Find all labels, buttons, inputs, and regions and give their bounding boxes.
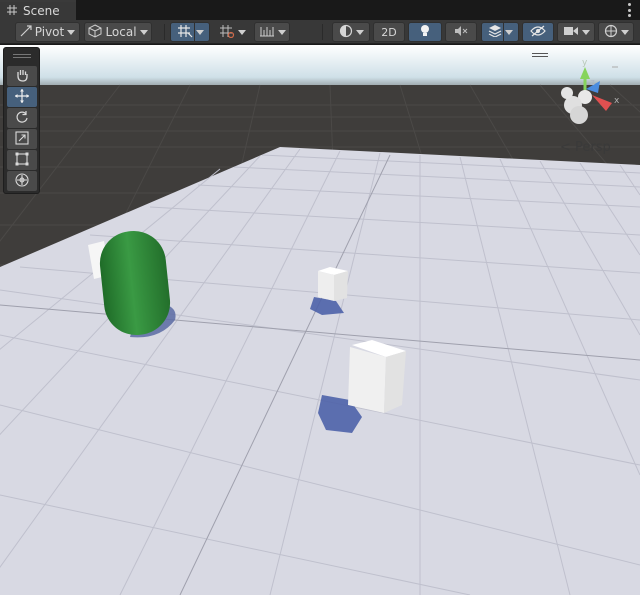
move-arrows-icon bbox=[14, 88, 30, 107]
effects-dropdown[interactable] bbox=[481, 22, 519, 42]
gizmo-globe-icon bbox=[604, 24, 618, 41]
scale-tool-button[interactable] bbox=[7, 129, 37, 149]
transform-icon bbox=[15, 172, 29, 190]
split-line bbox=[503, 22, 504, 42]
eye-crossed-icon bbox=[530, 25, 546, 40]
chevron-down-icon bbox=[67, 29, 76, 35]
pivot-label: Pivot bbox=[34, 25, 65, 39]
svg-text:x: x bbox=[614, 96, 620, 106]
ruler-icon bbox=[259, 25, 275, 40]
increment-snapping-button[interactable] bbox=[213, 22, 251, 42]
transform-tool-button[interactable] bbox=[7, 171, 37, 191]
svg-text:z: z bbox=[590, 78, 595, 88]
ruler-dropdown[interactable] bbox=[254, 22, 290, 42]
grid-snapping-toggle[interactable] bbox=[170, 22, 210, 42]
gizmo-handle[interactable] bbox=[532, 53, 548, 57]
toggle-2d-button[interactable]: 2D bbox=[373, 22, 405, 42]
projection-label: Persp bbox=[575, 140, 611, 155]
toggle-2d-label: 2D bbox=[381, 25, 397, 39]
hand-icon bbox=[15, 68, 29, 85]
local-label: Local bbox=[105, 25, 137, 39]
chevron-down-icon bbox=[237, 29, 246, 35]
more-options-icon[interactable] bbox=[628, 3, 632, 17]
pivot-dropdown[interactable]: Pivot bbox=[15, 22, 80, 42]
lighting-toggle[interactable] bbox=[408, 22, 442, 42]
camera-icon bbox=[563, 25, 579, 39]
large-cube-object bbox=[348, 340, 406, 413]
scene-visibility-toggle[interactable] bbox=[522, 22, 554, 42]
svg-text:y: y bbox=[582, 58, 588, 68]
cube-outline-icon bbox=[88, 23, 102, 41]
draw-mode-dropdown[interactable] bbox=[332, 22, 370, 42]
local-dropdown[interactable]: Local bbox=[84, 22, 152, 42]
tab-scene[interactable]: Scene bbox=[0, 0, 76, 20]
sky bbox=[0, 45, 640, 91]
chevron-down-icon bbox=[139, 29, 148, 35]
grid-icon bbox=[7, 4, 17, 18]
grid-snap-icon bbox=[177, 24, 193, 41]
toolbar-separator bbox=[164, 24, 165, 40]
rect-tool-button[interactable] bbox=[7, 150, 37, 170]
rotate-tool-button[interactable] bbox=[7, 108, 37, 128]
hand-tool-button[interactable] bbox=[7, 66, 37, 86]
audio-toggle[interactable] bbox=[445, 22, 477, 42]
gizmos-dropdown[interactable] bbox=[598, 22, 634, 42]
chevron-down-icon bbox=[581, 29, 590, 35]
scene-viewport[interactable]: y x z < Persp bbox=[0, 45, 640, 595]
scene-toolbar: Pivot Local 2D bbox=[0, 20, 640, 44]
tab-label: Scene bbox=[23, 4, 60, 18]
chevron-down-icon bbox=[195, 29, 204, 35]
rotate-icon bbox=[15, 110, 29, 127]
chevron-down-icon bbox=[277, 29, 286, 35]
tools-overlay bbox=[3, 47, 40, 194]
panel-grip[interactable] bbox=[13, 54, 31, 55]
increment-snap-icon bbox=[219, 24, 235, 41]
chevron-down-icon bbox=[355, 29, 364, 35]
small-cube-object bbox=[318, 267, 348, 301]
layers-effects-icon bbox=[488, 24, 502, 40]
shading-sphere-icon bbox=[339, 24, 353, 41]
speaker-muted-icon bbox=[454, 25, 468, 40]
chevron-down-icon bbox=[620, 29, 629, 35]
split-line bbox=[194, 22, 195, 42]
pivot-icon bbox=[20, 24, 32, 40]
rect-icon bbox=[15, 152, 29, 169]
chevron-left-icon: < bbox=[560, 140, 571, 155]
move-tool-button[interactable] bbox=[7, 87, 37, 107]
tab-bar: Scene bbox=[0, 0, 640, 20]
camera-dropdown[interactable] bbox=[557, 22, 595, 42]
lightbulb-icon bbox=[419, 24, 431, 41]
projection-toggle[interactable]: < Persp bbox=[560, 140, 611, 155]
toolbar-separator bbox=[322, 24, 323, 40]
scene-render: y x z bbox=[0, 45, 640, 595]
chevron-down-icon bbox=[504, 29, 513, 35]
scale-icon bbox=[15, 130, 29, 148]
